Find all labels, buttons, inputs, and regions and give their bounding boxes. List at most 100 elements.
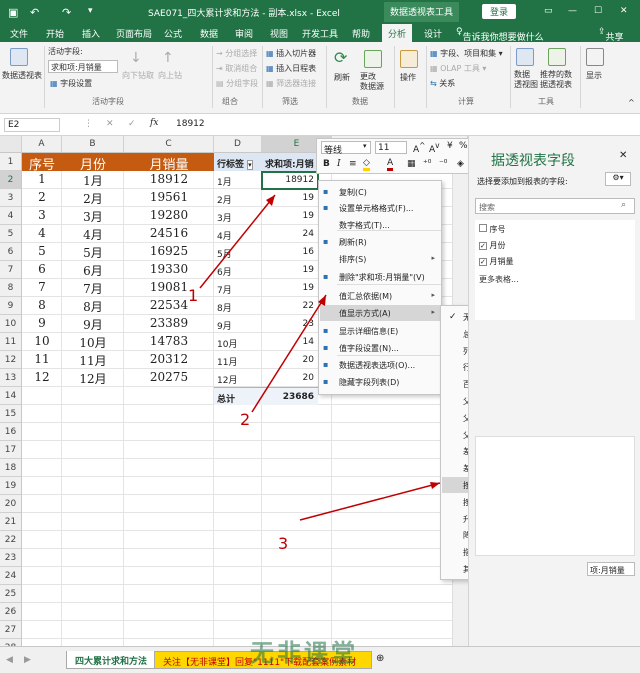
- maximize-icon[interactable]: ☐: [594, 6, 602, 16]
- column-header-b[interactable]: B: [62, 136, 124, 153]
- tab-insert[interactable]: 插入: [82, 27, 100, 40]
- tab-view[interactable]: 视图: [270, 27, 288, 40]
- row-header[interactable]: 2: [0, 171, 22, 189]
- header-cell-sales[interactable]: 月销量: [124, 153, 214, 173]
- grow-font-icon[interactable]: A^: [413, 141, 425, 155]
- pivot-row-label[interactable]: 5月: [214, 243, 262, 261]
- shrink-font-icon[interactable]: Av: [429, 141, 440, 155]
- table-cell[interactable]: 8月: [62, 297, 124, 315]
- recommended-pivot-button[interactable]: 推荐的数 据透视表: [540, 70, 572, 90]
- pivot-row-label[interactable]: 9月: [214, 315, 262, 333]
- table-cell[interactable]: 6: [22, 261, 62, 279]
- pane-close-icon[interactable]: ✕: [619, 150, 627, 161]
- pivot-row-label[interactable]: 8月: [214, 297, 262, 315]
- table-cell[interactable]: 24516: [124, 225, 214, 243]
- clear-format-icon[interactable]: ◈: [457, 159, 464, 169]
- table-cell[interactable]: 12: [22, 369, 62, 387]
- enter-icon[interactable]: ✓: [128, 119, 136, 129]
- group-selection-button[interactable]: → 分组选择: [216, 48, 257, 59]
- row-header[interactable]: 21: [0, 513, 22, 531]
- font-color-icon[interactable]: A: [387, 158, 394, 171]
- pane-values-area[interactable]: [475, 436, 635, 556]
- borders-icon[interactable]: ▦: [407, 159, 416, 169]
- row-header[interactable]: 10: [0, 315, 22, 333]
- name-box-dropdown-icon[interactable]: ⋮: [84, 119, 93, 129]
- tab-home[interactable]: 开始: [46, 27, 64, 40]
- next-sheet-icon[interactable]: ▶: [24, 655, 31, 665]
- pivot-row-label[interactable]: 12月: [214, 369, 262, 387]
- row-header[interactable]: 23: [0, 549, 22, 567]
- context-menu-item[interactable]: 设置单元格格式(F)...: [339, 203, 413, 214]
- pivot-table-button[interactable]: 数据透视表: [2, 70, 42, 81]
- row-header[interactable]: 28: [0, 639, 22, 646]
- tab-file[interactable]: 文件: [10, 27, 28, 40]
- drill-up-button[interactable]: 向上钻: [158, 70, 182, 81]
- context-menu-item[interactable]: 隐藏字段列表(D): [339, 377, 399, 388]
- table-cell[interactable]: 7月: [62, 279, 124, 297]
- cancel-icon[interactable]: ✕: [106, 119, 114, 129]
- fill-color-icon[interactable]: ◇: [363, 158, 370, 171]
- active-field-input[interactable]: 求和项:月销量: [48, 60, 118, 73]
- select-all-corner[interactable]: [0, 136, 22, 153]
- table-cell[interactable]: 1月: [62, 171, 124, 189]
- header-cell-month[interactable]: 月份: [62, 153, 124, 173]
- context-menu-item[interactable]: 刷新(R): [339, 237, 367, 248]
- align-center-icon[interactable]: ≡: [349, 159, 357, 169]
- context-menu-item[interactable]: 删除"求和项:月销量"(V): [339, 272, 425, 283]
- refresh-button[interactable]: 刷新: [334, 72, 350, 83]
- table-cell[interactable]: 23389: [124, 315, 214, 333]
- table-cell[interactable]: 7: [22, 279, 62, 297]
- percent-style-icon[interactable]: %: [459, 141, 468, 151]
- row-header[interactable]: 20: [0, 495, 22, 513]
- context-menu-item[interactable]: 数据透视表选项(O)...: [339, 360, 415, 371]
- table-cell[interactable]: 2: [22, 189, 62, 207]
- tell-me-search[interactable]: ♀ 告诉我你想要做什么: [456, 27, 544, 43]
- table-cell[interactable]: 9: [22, 315, 62, 333]
- table-cell[interactable]: 10月: [62, 333, 124, 351]
- row-header[interactable]: 18: [0, 459, 22, 477]
- currency-format-icon[interactable]: ¥: [447, 141, 453, 151]
- redo-icon[interactable]: ↷: [62, 6, 71, 19]
- table-cell[interactable]: 4: [22, 225, 62, 243]
- table-cell[interactable]: 14783: [124, 333, 214, 351]
- olap-tools-button[interactable]: ▦ OLAP 工具 ▾: [430, 63, 486, 74]
- row-header[interactable]: 9: [0, 297, 22, 315]
- pivot-row-label[interactable]: 2月: [214, 189, 262, 207]
- tab-page-layout[interactable]: 页面布局: [116, 27, 152, 40]
- context-menu-item[interactable]: 排序(S): [339, 254, 366, 265]
- field-item-month[interactable]: ✓ 月份: [479, 240, 506, 251]
- row-header[interactable]: 3: [0, 189, 22, 207]
- pivot-value-cell[interactable]: 16: [262, 243, 318, 261]
- pane-settings-icon[interactable]: ⚙▾: [605, 172, 631, 186]
- pivot-value-cell[interactable]: 24: [262, 225, 318, 243]
- ungroup-button[interactable]: ⇥ 取消组合: [216, 63, 257, 74]
- pivot-row-label[interactable]: 10月: [214, 333, 262, 351]
- table-cell[interactable]: 11月: [62, 351, 124, 369]
- context-menu-item[interactable]: 值字段设置(N)...: [339, 343, 399, 354]
- context-menu-item[interactable]: 值汇总依据(M): [339, 291, 392, 302]
- prev-sheet-icon[interactable]: ◀: [6, 655, 13, 665]
- table-cell[interactable]: 6月: [62, 261, 124, 279]
- table-cell[interactable]: 11: [22, 351, 62, 369]
- table-cell[interactable]: 10: [22, 333, 62, 351]
- table-cell[interactable]: 18912: [124, 171, 214, 189]
- bold-icon[interactable]: B: [323, 159, 330, 169]
- increase-decimal-icon[interactable]: ⁺⁰: [423, 159, 431, 169]
- pivot-value-cell[interactable]: 20: [262, 369, 318, 387]
- field-settings-button[interactable]: ▦ 字段设置: [50, 78, 92, 89]
- row-header[interactable]: 25: [0, 585, 22, 603]
- pivot-row-label-header[interactable]: 行标签 ▾: [214, 153, 262, 171]
- minimize-icon[interactable]: —: [568, 6, 577, 16]
- insert-function-button[interactable]: fx: [150, 118, 158, 128]
- pivot-value-cell[interactable]: 19: [262, 261, 318, 279]
- save-icon[interactable]: ▣: [8, 6, 18, 19]
- filter-connections-button[interactable]: ▦ 筛选器连接: [266, 78, 316, 89]
- pivot-value-cell[interactable]: 19: [262, 189, 318, 207]
- table-cell[interactable]: 19561: [124, 189, 214, 207]
- field-item-sales[interactable]: ✓ 月销量: [479, 256, 514, 267]
- pivot-chart-button[interactable]: 数据 透视图: [514, 70, 538, 90]
- sheet-tab-main[interactable]: 四大累计求和方法: [66, 651, 157, 669]
- column-header-c[interactable]: C: [124, 136, 214, 153]
- row-header[interactable]: 16: [0, 423, 22, 441]
- table-cell[interactable]: 1: [22, 171, 62, 189]
